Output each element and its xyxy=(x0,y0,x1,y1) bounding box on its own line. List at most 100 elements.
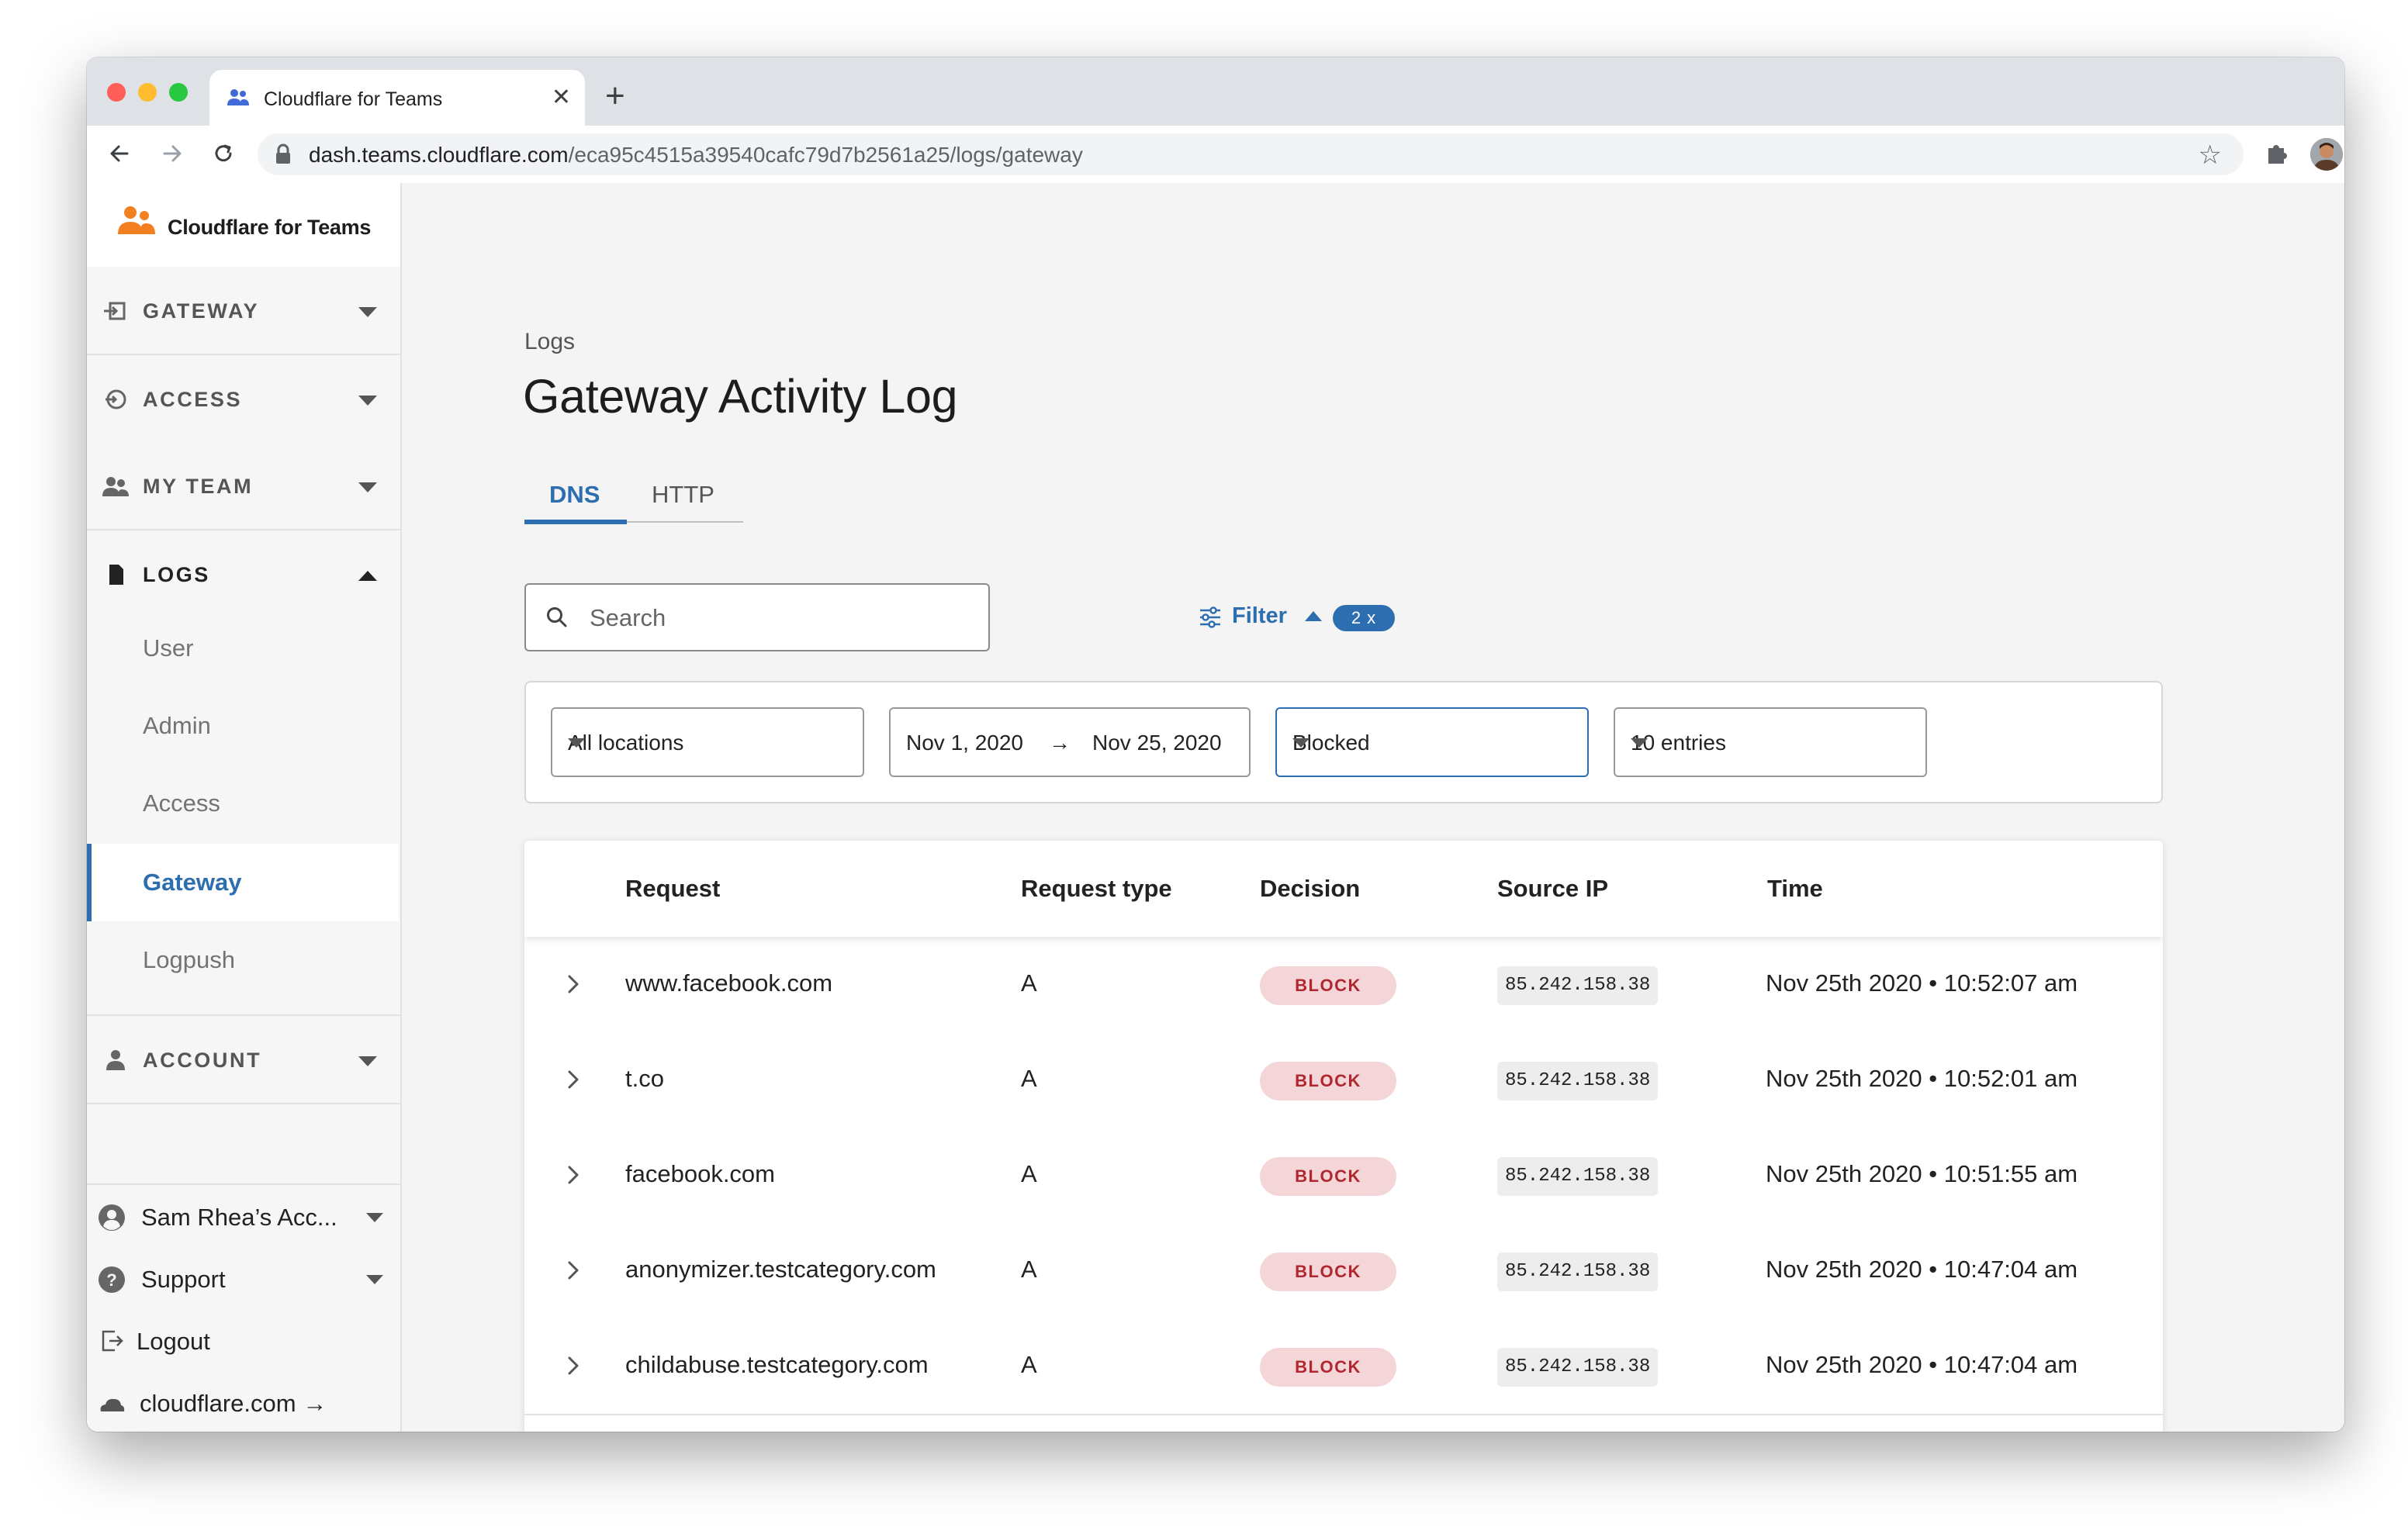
sidebar-item-admin[interactable]: Admin xyxy=(87,687,399,765)
cloudflare-teams-logo-icon xyxy=(118,206,155,234)
browser-tabstrip: Cloudflare for Teams ✕ + xyxy=(87,57,2344,126)
search-box[interactable] xyxy=(524,583,990,651)
column-header-source-ip[interactable]: Source IP xyxy=(1497,875,1608,903)
chevron-right-icon[interactable] xyxy=(563,1354,583,1377)
column-header-time[interactable]: Time xyxy=(1767,875,1823,903)
column-header-request-type[interactable]: Request type xyxy=(1021,875,1172,903)
close-window-button[interactable] xyxy=(107,83,126,102)
back-icon[interactable] xyxy=(106,140,133,168)
decision-badge: BLOCK xyxy=(1260,1252,1396,1291)
table-row[interactable]: childabuse.testcategory.com A BLOCK 85.2… xyxy=(524,1318,2163,1415)
logout-link[interactable]: Logout xyxy=(98,1317,393,1363)
reload-icon[interactable] xyxy=(209,140,237,168)
sidebar: Cloudflare for Teams GATEWAY ACCESS MY T… xyxy=(87,183,402,1432)
decision-select[interactable]: Blocked xyxy=(1275,707,1589,777)
tab-http[interactable]: HTTP xyxy=(652,481,714,509)
sidebar-item-access[interactable]: Access xyxy=(87,765,399,842)
sidebar-item-user[interactable]: User xyxy=(87,610,399,687)
chevron-up-icon xyxy=(358,571,377,581)
location-select-value: All locations xyxy=(568,731,684,755)
dropdown-arrow-icon xyxy=(1292,738,1310,748)
svg-text:?: ? xyxy=(106,1270,116,1290)
logout-icon xyxy=(102,1330,123,1352)
sidebar-section-logs[interactable]: LOGS xyxy=(87,530,400,608)
lock-icon xyxy=(276,143,290,164)
activity-table: Request Request type Decision Source IP … xyxy=(524,841,2163,1432)
decision-badge: BLOCK xyxy=(1260,966,1396,1005)
sidebar-item-label: Access xyxy=(143,789,220,817)
table-header: Request Request type Decision Source IP … xyxy=(524,841,2163,937)
request-domain: t.co xyxy=(625,1065,664,1092)
extensions-puzzle-icon[interactable] xyxy=(2264,140,2290,167)
table-row[interactable]: t.co A BLOCK 85.242.158.38 Nov 25th 2020… xyxy=(524,1032,2163,1129)
sidebar-section-label: GATEWAY xyxy=(143,299,260,323)
close-icon[interactable]: ✕ xyxy=(552,84,571,112)
active-tab-indicator xyxy=(524,520,627,524)
sidebar-item-label: User xyxy=(143,634,194,662)
chevron-right-icon[interactable] xyxy=(563,1068,583,1091)
url-path: /eca95c4515a39540cafc79d7b2561a25/logs/g… xyxy=(568,143,1083,167)
search-input[interactable] xyxy=(588,600,971,636)
url-text: dash.teams.cloudflare.com/eca95c4515a395… xyxy=(309,143,1083,168)
log-type-tabs: DNS HTTP xyxy=(524,470,743,524)
gateway-icon xyxy=(104,302,126,320)
divider xyxy=(87,1183,400,1185)
source-ip: 85.242.158.38 xyxy=(1497,1062,1659,1100)
brand-header[interactable]: Cloudflare for Teams xyxy=(87,183,400,268)
address-bar[interactable]: dash.teams.cloudflare.com/eca95c4515a395… xyxy=(258,133,2244,175)
brand-name: Cloudflare for Teams xyxy=(168,216,372,239)
sidebar-section-account[interactable]: ACCOUNT xyxy=(87,1016,400,1104)
column-header-decision[interactable]: Decision xyxy=(1260,875,1360,903)
main-content: Logs Gateway Activity Log DNS HTTP Searc… xyxy=(400,183,2344,1432)
chevron-right-icon[interactable] xyxy=(563,1163,583,1187)
source-ip: 85.242.158.38 xyxy=(1497,966,1659,1005)
support-menu[interactable]: ? Support xyxy=(98,1255,393,1301)
new-tab-icon[interactable]: + xyxy=(605,79,625,113)
arrow-right-icon: → xyxy=(1049,731,1071,755)
chevron-down-icon xyxy=(358,307,377,317)
site-link-label: cloudflare.com → xyxy=(140,1390,327,1417)
browser-toolbar: dash.teams.cloudflare.com/eca95c4515a395… xyxy=(87,126,2344,185)
table-row[interactable]: anonymizer.testcategory.com A BLOCK 85.2… xyxy=(524,1223,2163,1320)
sidebar-section-my-team[interactable]: MY TEAM xyxy=(87,442,400,530)
dropdown-arrow-icon xyxy=(1631,738,1648,748)
account-switcher[interactable]: Sam Rhea’s Acc... xyxy=(98,1193,393,1239)
team-icon xyxy=(102,477,129,496)
tab-dns[interactable]: DNS xyxy=(549,481,600,509)
sidebar-item-gateway[interactable]: Gateway xyxy=(87,844,399,921)
column-header-request[interactable]: Request xyxy=(625,875,720,903)
location-select[interactable]: All locations xyxy=(551,707,864,777)
help-icon: ? xyxy=(99,1266,125,1293)
minimize-window-button[interactable] xyxy=(138,83,157,102)
filter-count-badge[interactable]: 2 x xyxy=(1333,605,1395,631)
cloudflare-site-link[interactable]: cloudflare.com → xyxy=(98,1379,393,1425)
sidebar-section-access[interactable]: ACCESS xyxy=(87,355,400,444)
chevron-down-icon xyxy=(366,1275,383,1284)
table-row[interactable]: www.facebook.com A BLOCK 85.242.158.38 N… xyxy=(524,937,2163,1034)
url-host: dash.teams.cloudflare.com xyxy=(309,143,569,167)
chevron-right-icon[interactable] xyxy=(563,973,583,996)
chevron-right-icon[interactable] xyxy=(563,1259,583,1282)
request-type: A xyxy=(1021,969,1037,997)
maximize-window-button[interactable] xyxy=(169,83,188,102)
browser-tab[interactable]: Cloudflare for Teams ✕ xyxy=(209,70,585,126)
entries-select[interactable]: 10 entries xyxy=(1614,707,1927,777)
table-row[interactable]: facebook.com A BLOCK 85.242.158.38 Nov 2… xyxy=(524,1128,2163,1225)
breadcrumb[interactable]: Logs xyxy=(524,329,575,355)
date-range-picker[interactable]: Nov 1, 2020 → Nov 25, 2020 xyxy=(889,707,1251,777)
sidebar-item-label: Gateway xyxy=(143,869,242,896)
document-icon xyxy=(109,565,123,585)
request-type: A xyxy=(1021,1256,1037,1283)
sidebar-item-logpush[interactable]: Logpush xyxy=(87,921,399,999)
request-domain: facebook.com xyxy=(625,1160,775,1187)
sliders-icon xyxy=(1200,606,1220,628)
teams-favicon-icon xyxy=(227,89,249,105)
browser-window: Cloudflare for Teams ✕ + dash.teams.clou… xyxy=(87,57,2344,1432)
forward-icon[interactable] xyxy=(158,140,186,168)
sidebar-section-gateway[interactable]: GATEWAY xyxy=(87,267,400,355)
profile-avatar[interactable] xyxy=(2310,138,2343,171)
sidebar-item-label: Logpush xyxy=(143,946,235,973)
request-type: A xyxy=(1021,1160,1037,1187)
bookmark-star-icon[interactable]: ☆ xyxy=(2199,140,2222,171)
decision-badge: BLOCK xyxy=(1260,1348,1396,1387)
